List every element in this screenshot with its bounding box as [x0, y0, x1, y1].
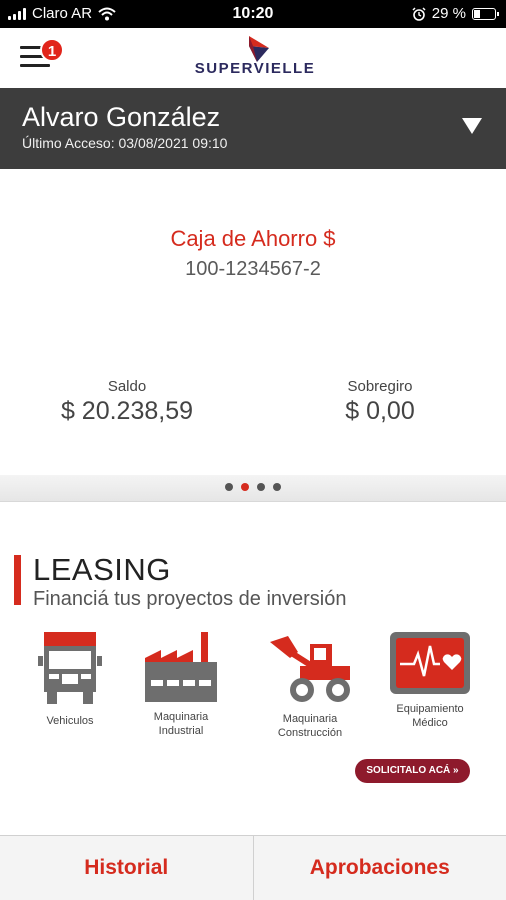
category-label: Vehiculos [46, 715, 94, 727]
factory-icon [145, 632, 217, 702]
category-industrial[interactable]: Maquinaria Industrial [126, 632, 236, 738]
balance-label: Saldo [107, 378, 147, 395]
account-number: 100-1234567-2 [185, 258, 321, 280]
category-vehicles[interactable]: Vehiculos [15, 632, 125, 728]
status-bar: Claro AR 10:20 29 % [0, 0, 506, 28]
user-bar[interactable]: Alvaro González Último Acceso: 03/08/202… [0, 88, 506, 169]
leasing-banner[interactable]: LEASING Financiá tus proyectos de invers… [0, 502, 506, 835]
brand-name: SUPERVIELLE [194, 60, 316, 77]
loader-icon [270, 636, 350, 702]
brand-mark-icon [249, 36, 269, 62]
leasing-title: LEASING [33, 552, 171, 587]
carousel-dot[interactable] [273, 483, 281, 491]
carousel-dot[interactable] [241, 483, 249, 491]
overdraft-label: Sobregiro [347, 378, 413, 395]
accent-bar [14, 555, 21, 605]
category-medical[interactable]: Equipamiento Médico [375, 632, 485, 730]
carousel-indicator [0, 475, 506, 502]
truck-icon [38, 632, 102, 704]
brand-logo: SUPERVIELLE [190, 36, 320, 84]
balance-value: $ 20.238,59 [60, 397, 194, 425]
account-card[interactable]: Caja de Ahorro $ 100-1234567-2 Saldo $ 2… [0, 169, 506, 475]
bottom-tabs: Historial Aprobaciones [0, 835, 506, 900]
heart-monitor-icon [390, 632, 470, 694]
carousel-dots [0, 483, 506, 491]
category-label: Maquinaria Construcción [277, 713, 343, 739]
tab-history[interactable]: Historial [0, 836, 254, 900]
overdraft-value: $ 0,00 [345, 397, 415, 425]
category-label: Equipamiento Médico [396, 703, 464, 729]
balance-block: Saldo $ 20.238,59 [27, 378, 227, 426]
account-type: Caja de Ahorro $ [170, 226, 336, 251]
battery-percent: 29 % [431, 5, 466, 22]
leasing-subtitle: Financiá tus proyectos de inversión [33, 588, 347, 610]
user-name: Alvaro González [22, 102, 221, 132]
carousel-dot[interactable] [225, 483, 233, 491]
carousel-dot[interactable] [257, 483, 265, 491]
status-right: 29 % [412, 5, 499, 22]
notification-badge[interactable]: 1 [40, 38, 64, 62]
app-header: 1 SUPERVIELLE [0, 28, 506, 88]
category-label: Maquinaria Industrial [153, 711, 209, 737]
expand-user-button[interactable] [462, 118, 482, 134]
overdraft-block: Sobregiro $ 0,00 [280, 378, 480, 426]
battery-icon [472, 7, 499, 20]
tab-approvals[interactable]: Aprobaciones [253, 836, 506, 900]
alarm-icon [412, 6, 426, 21]
request-leasing-button[interactable]: SOLICITALO ACÁ » [355, 759, 470, 783]
category-construction[interactable]: Maquinaria Construcción [255, 632, 365, 740]
menu-line [20, 64, 50, 67]
last-access: Último Acceso: 03/08/2021 09:10 [22, 135, 228, 151]
